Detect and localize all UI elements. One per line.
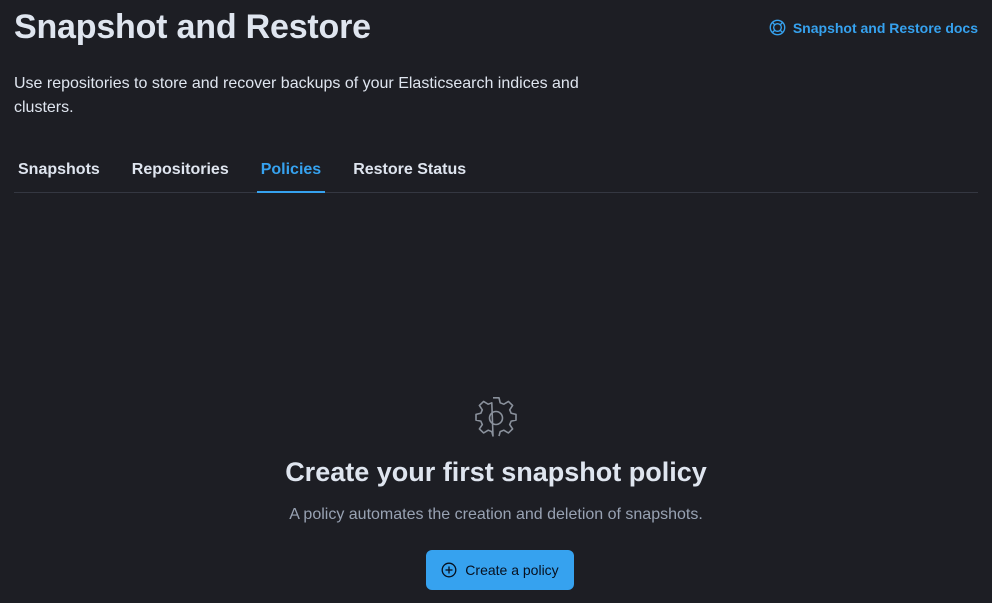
create-policy-button[interactable]: Create a policy xyxy=(426,550,574,590)
tab-label: Snapshots xyxy=(18,161,100,178)
create-policy-label: Create a policy xyxy=(465,562,559,578)
tab-bar: Snapshots Repositories Policies Restore … xyxy=(14,148,978,193)
lifebuoy-icon xyxy=(769,19,786,36)
tab-label: Policies xyxy=(260,161,322,178)
docs-link-label: Snapshot and Restore docs xyxy=(792,19,978,36)
tab-repositories[interactable]: Repositories xyxy=(128,148,233,192)
page: Snapshot and Restore Snapshot and Restor… xyxy=(0,0,992,603)
page-description: Use repositories to store and recover ba… xyxy=(14,75,579,116)
empty-state-title: Create your first snapshot policy xyxy=(285,457,707,487)
tab-label: Restore Status xyxy=(353,161,467,178)
empty-state: Create your first snapshot policy A poli… xyxy=(0,396,992,524)
docs-link[interactable]: Snapshot and Restore docs xyxy=(769,19,978,36)
gear-icon xyxy=(474,396,518,440)
tab-label: Repositories xyxy=(131,161,229,178)
empty-state-body: A policy automates the creation and dele… xyxy=(289,506,703,523)
tab-policies[interactable]: Policies xyxy=(256,148,326,193)
page-title: Snapshot and Restore xyxy=(14,8,371,46)
tab-snapshots[interactable]: Snapshots xyxy=(14,148,104,192)
plus-circle-icon xyxy=(441,562,457,578)
tab-restore-status[interactable]: Restore Status xyxy=(349,148,470,192)
